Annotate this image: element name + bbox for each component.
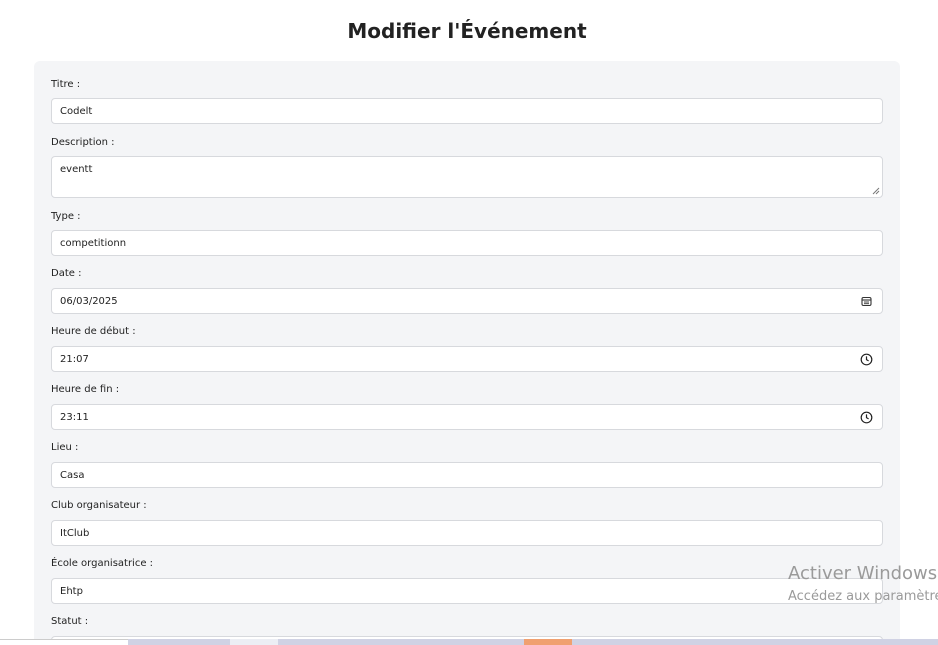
end-time-value: 23:11 — [60, 411, 89, 423]
type-label: Type : — [51, 211, 81, 222]
strip-segment — [128, 639, 230, 645]
event-edit-form: Titre : Codelt Description : eventt Type… — [34, 61, 900, 645]
calendar-icon[interactable] — [860, 295, 873, 308]
strip-segment — [230, 639, 278, 645]
resize-grip-icon[interactable] — [872, 187, 880, 195]
end-time-label: Heure de fin : — [51, 384, 120, 395]
type-input[interactable]: competitionn — [51, 230, 883, 256]
date-input[interactable]: 06/03/2025 — [51, 288, 883, 314]
clock-icon[interactable] — [860, 411, 873, 424]
type-value: competitionn — [60, 237, 127, 249]
strip-segment — [0, 639, 128, 645]
location-label: Lieu : — [51, 442, 79, 453]
school-label: École organisatrice : — [51, 558, 154, 569]
strip-segment-accent — [524, 639, 572, 645]
club-value: ItClub — [60, 527, 90, 539]
page-title: Modifier l'Événement — [347, 19, 587, 43]
title-value: Codelt — [60, 105, 93, 117]
start-time-input[interactable]: 21:07 — [51, 346, 883, 372]
start-time-value: 21:07 — [60, 353, 89, 365]
club-input[interactable]: ItClub — [51, 520, 883, 546]
description-value: eventt — [60, 164, 93, 175]
windows-activation-title: Activer Windows — [788, 563, 938, 584]
title-label: Titre : — [51, 79, 81, 90]
title-input[interactable]: Codelt — [51, 98, 883, 124]
strip-segment — [278, 639, 524, 645]
location-input[interactable]: Casa — [51, 462, 883, 488]
strip-segment — [572, 639, 938, 645]
start-time-label: Heure de début : — [51, 326, 136, 337]
bottom-strip — [0, 639, 938, 645]
school-value: Ehtp — [60, 585, 83, 597]
description-label: Description : — [51, 137, 115, 148]
location-value: Casa — [60, 469, 85, 481]
date-value: 06/03/2025 — [60, 295, 118, 307]
status-label: Statut : — [51, 616, 89, 627]
windows-activation-subtitle: Accédez aux paramètres — [788, 589, 938, 604]
description-textarea[interactable]: eventt — [51, 156, 883, 198]
school-input[interactable]: Ehtp — [51, 578, 883, 604]
clock-icon[interactable] — [860, 353, 873, 366]
club-label: Club organisateur : — [51, 500, 147, 511]
end-time-input[interactable]: 23:11 — [51, 404, 883, 430]
date-label: Date : — [51, 268, 82, 279]
